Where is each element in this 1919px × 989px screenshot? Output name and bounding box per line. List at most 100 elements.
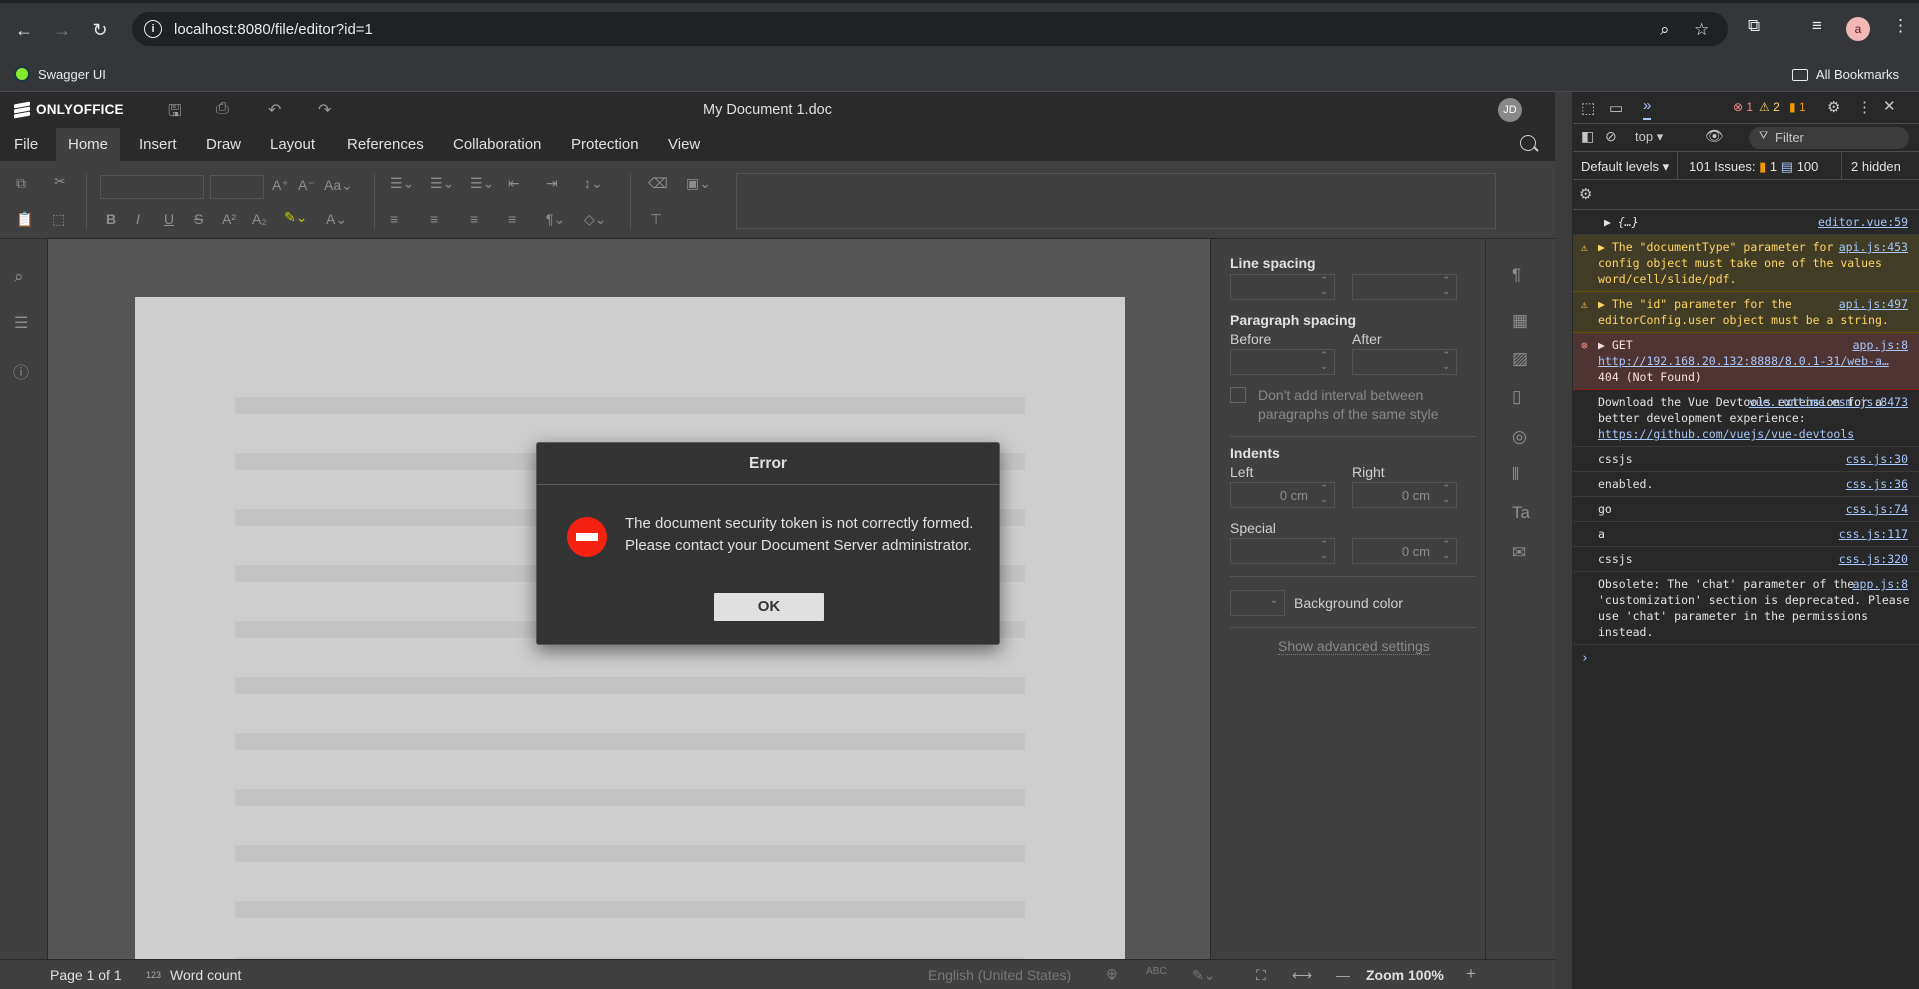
- clear-console-icon[interactable]: ⊘: [1605, 128, 1617, 145]
- warnings-badge[interactable]: ⚠ 2: [1759, 100, 1780, 114]
- console-warning[interactable]: ⚠ ▶ The "documentType" parameter for the…: [1573, 235, 1919, 292]
- decrease-indent-icon[interactable]: ⇤: [508, 175, 520, 192]
- change-case-icon[interactable]: Aa⌄: [324, 177, 353, 194]
- message-source-link[interactable]: api.js:453: [1834, 239, 1908, 255]
- browser-menu-icon[interactable]: ⋮: [1892, 16, 1909, 36]
- fit-page-icon[interactable]: ⛶: [1256, 967, 1266, 984]
- page-counter[interactable]: Page 1 of 1: [50, 967, 122, 983]
- extensions-icon[interactable]: ⧉: [1748, 16, 1760, 36]
- issues-badge[interactable]: ▮ 1: [1789, 100, 1806, 114]
- styles-gallery[interactable]: [736, 173, 1496, 229]
- console-message[interactable]: Obsolete: The 'chat' parameter of the 'c…: [1573, 572, 1919, 645]
- message-source-link[interactable]: app.js:8: [1849, 576, 1908, 592]
- color-scheme-icon[interactable]: ▣⌄: [686, 175, 711, 192]
- message-source-link[interactable]: css.js:74: [1842, 501, 1908, 517]
- bookmark-star-icon[interactable]: ☆: [1694, 20, 1709, 40]
- live-expression-icon[interactable]: 👁: [1705, 127, 1724, 145]
- font-color-icon[interactable]: A⌄: [326, 211, 347, 228]
- console-error[interactable]: ⊗ ▶ GET http://192.168.20.132:8888/8.0.1…: [1573, 333, 1919, 390]
- inspect-icon[interactable]: ⬚: [1581, 99, 1595, 117]
- console-message[interactable]: enabled. css.js:36: [1573, 472, 1919, 497]
- tab-draw[interactable]: Draw: [194, 128, 253, 161]
- reload-icon[interactable]: ↻: [86, 16, 114, 44]
- message-source-link[interactable]: css.js:320: [1835, 551, 1908, 567]
- message-source-link[interactable]: vue.runtime.esm.js:8473: [1745, 394, 1908, 410]
- paste-icon[interactable]: 📋: [16, 211, 33, 228]
- message-source-link[interactable]: app.js:8: [1848, 337, 1908, 353]
- align-right-icon[interactable]: ≡: [470, 211, 478, 227]
- context-selector[interactable]: top ▾: [1635, 129, 1663, 145]
- numbering-icon[interactable]: ☰⌄: [430, 175, 454, 192]
- multilevel-icon[interactable]: ☰⌄: [470, 175, 494, 192]
- ok-button[interactable]: OK: [714, 593, 824, 621]
- zoom-out-icon[interactable]: —: [1336, 967, 1350, 983]
- devtools-menu-icon[interactable]: ⋮: [1857, 98, 1872, 116]
- filter-input[interactable]: ⛛ Filter: [1749, 127, 1909, 149]
- profile-avatar[interactable]: a: [1846, 17, 1870, 41]
- errors-badge[interactable]: ⊗ 1: [1733, 100, 1753, 114]
- message-source-link[interactable]: api.js:497: [1834, 296, 1908, 312]
- line-spacing-icon[interactable]: ↕⌄: [584, 175, 603, 192]
- user-avatar[interactable]: JD: [1498, 98, 1522, 122]
- message-source-link[interactable]: css.js:30: [1842, 451, 1908, 467]
- back-icon[interactable]: ←: [10, 16, 38, 44]
- justify-icon[interactable]: ≡: [508, 211, 516, 227]
- vue-devtools-link[interactable]: https://github.com/vuejs/vue-devtools: [1598, 426, 1912, 442]
- bullets-icon[interactable]: ☰⌄: [390, 175, 414, 192]
- media-control-icon[interactable]: ≡: [1812, 16, 1822, 36]
- console-message[interactable]: ▶ {…} editor.vue:59: [1573, 210, 1919, 235]
- zoom-in-icon[interactable]: +: [1466, 964, 1476, 984]
- copy-icon[interactable]: ⧉: [16, 175, 26, 192]
- console-message[interactable]: a css.js:117: [1573, 522, 1919, 547]
- devtools-resize-handle[interactable]: [1555, 92, 1572, 989]
- message-source-link[interactable]: css.js:117: [1835, 526, 1908, 542]
- message-source-link[interactable]: css.js:36: [1842, 476, 1908, 492]
- close-devtools-icon[interactable]: ✕: [1883, 97, 1896, 115]
- underline-icon[interactable]: U: [164, 211, 174, 227]
- tab-insert[interactable]: Insert: [127, 128, 189, 161]
- fit-width-icon[interactable]: ⟷: [1292, 967, 1312, 984]
- decrease-font-icon[interactable]: A⁻: [298, 177, 315, 194]
- bookmark-swagger[interactable]: Swagger UI: [14, 66, 106, 82]
- word-count-button[interactable]: Word count: [170, 967, 241, 983]
- url-text[interactable]: localhost:8080/file/editor?id=1: [174, 21, 373, 38]
- language-selector[interactable]: English (United States): [928, 967, 1071, 983]
- font-size-combo[interactable]: [210, 175, 264, 199]
- device-toolbar-icon[interactable]: ▭: [1609, 99, 1623, 117]
- shading-icon[interactable]: ◇⌄: [584, 211, 607, 228]
- increase-indent-icon[interactable]: ⇥: [546, 175, 558, 192]
- address-bar[interactable]: i localhost:8080/file/editor?id=1 ⌕ ☆: [132, 12, 1728, 46]
- console-prompt[interactable]: ›: [1573, 645, 1919, 672]
- spellcheck-icon[interactable]: ABC: [1146, 966, 1167, 977]
- highlight-icon[interactable]: ✎⌄: [284, 209, 307, 226]
- console-message[interactable]: cssjs css.js:30: [1573, 447, 1919, 472]
- site-info-icon[interactable]: i: [144, 20, 162, 38]
- tab-references[interactable]: References: [335, 128, 436, 161]
- increase-font-icon[interactable]: A⁺: [272, 177, 289, 194]
- default-levels-dropdown[interactable]: Default levels ▾: [1581, 159, 1669, 175]
- request-url-link[interactable]: http://192.168.20.132:8888/8.0.1-31/web-…: [1598, 353, 1912, 369]
- nonprinting-icon[interactable]: ¶⌄: [546, 211, 565, 228]
- console-warning[interactable]: ⚠ ▶ The "id" parameter for the editorCon…: [1573, 292, 1919, 333]
- forward-icon[interactable]: →: [48, 16, 76, 44]
- console-message[interactable]: cssjs css.js:320: [1573, 547, 1919, 572]
- tab-home[interactable]: Home: [56, 128, 121, 161]
- more-panels-icon[interactable]: »: [1643, 97, 1652, 120]
- all-bookmarks-button[interactable]: All Bookmarks: [1791, 67, 1899, 82]
- console-message[interactable]: Download the Vue Devtools extension for …: [1573, 390, 1919, 447]
- italic-icon[interactable]: I: [136, 211, 140, 227]
- align-center-icon[interactable]: ≡: [430, 211, 438, 227]
- track-changes-icon[interactable]: ✎⌄: [1192, 967, 1215, 984]
- tab-view[interactable]: View: [656, 128, 712, 161]
- message-source-link[interactable]: editor.vue:59: [1814, 214, 1908, 230]
- console-message[interactable]: go css.js:74: [1573, 497, 1919, 522]
- globe-icon-2[interactable]: ⊕: [1106, 965, 1118, 982]
- zoom-level[interactable]: Zoom 100%: [1366, 967, 1444, 983]
- tab-layout[interactable]: Layout: [258, 128, 327, 161]
- clear-style-icon[interactable]: ⌫: [648, 175, 668, 192]
- settings-icon[interactable]: ⚙: [1827, 98, 1840, 116]
- tab-protection[interactable]: Protection: [559, 128, 651, 161]
- zoom-icon[interactable]: ⌕: [1660, 20, 1670, 40]
- console-settings-icon[interactable]: ⚙: [1579, 185, 1592, 203]
- subscript-icon[interactable]: A₂: [252, 211, 267, 227]
